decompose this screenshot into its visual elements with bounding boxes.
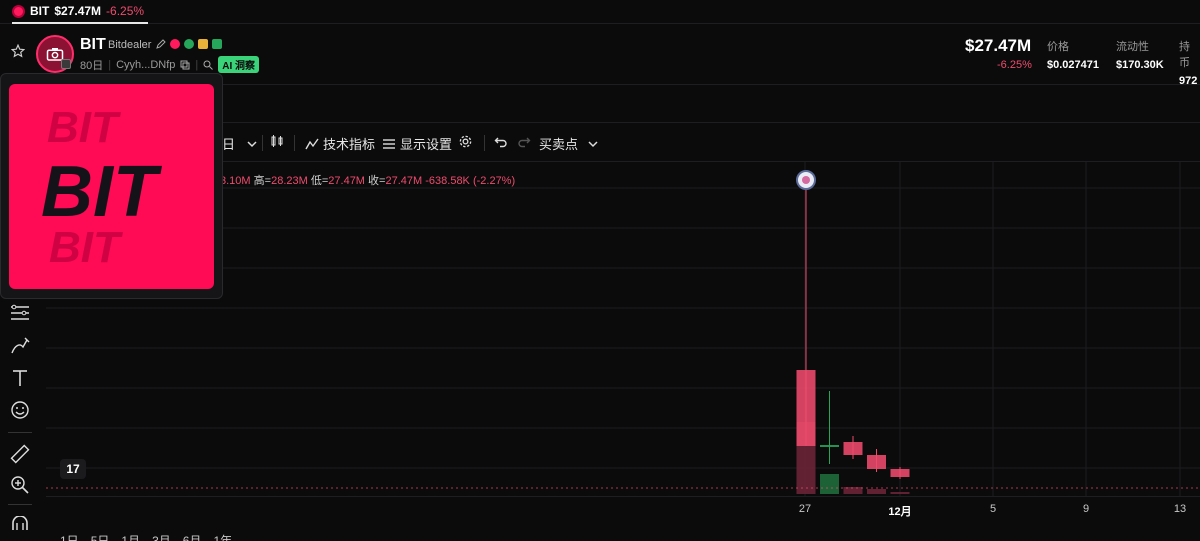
range-1y[interactable]: 1年 — [213, 532, 232, 541]
list-settings-icon — [383, 138, 395, 149]
candle-body — [890, 469, 910, 477]
logo-ghost-bottom: BIT — [49, 223, 123, 272]
x-tick: 9 — [1082, 503, 1090, 515]
candle-body — [820, 445, 839, 447]
chain-badge-icon — [61, 59, 71, 69]
header-icons — [156, 39, 222, 49]
main-price: $27.47M — [965, 36, 1032, 55]
edit-icon[interactable] — [156, 39, 166, 49]
magnet-icon[interactable] — [9, 516, 31, 530]
ruler-icon[interactable] — [9, 443, 31, 465]
x-tick: 27 — [798, 503, 812, 515]
display-settings-label: 显示设置 — [400, 137, 453, 152]
crown-icon[interactable] — [198, 39, 208, 49]
ai-insight-button[interactable]: AI 洞察 — [218, 56, 260, 73]
x-tick: 13 — [1173, 503, 1187, 515]
search-icon[interactable] — [203, 60, 214, 70]
chevron-down-icon — [588, 140, 598, 147]
candle-body — [867, 455, 886, 469]
stat-label: 价格 — [1047, 41, 1069, 53]
fib-lines-icon[interactable] — [9, 302, 31, 324]
stat-price: 价格 $0.027471 — [1047, 38, 1099, 71]
toolbar-divider — [294, 135, 295, 151]
range-1m[interactable]: 1月 — [121, 532, 140, 541]
interval-select[interactable]: 日 — [222, 134, 257, 153]
token-logo-icon — [12, 4, 25, 18]
token-age: 80日 — [80, 59, 104, 72]
candle-body — [796, 370, 816, 446]
stat-label: 流动性 — [1116, 41, 1149, 53]
chevron-down-icon — [247, 140, 257, 147]
stat-label: 持币 — [1179, 41, 1190, 69]
candle-type-button[interactable] — [270, 134, 284, 148]
stat-value: $170.30K — [1116, 59, 1164, 71]
indicators-label: 技术指标 — [323, 137, 376, 152]
trades-label: 买卖点 — [539, 137, 579, 152]
tab-strip: BIT $27.47M -6.25% — [0, 0, 1200, 24]
tab-bit[interactable]: BIT $27.47M -6.25% — [12, 0, 149, 24]
x-tick: 5 — [989, 503, 997, 515]
main-change: -6.25% — [997, 59, 1032, 71]
volume-bar — [890, 492, 910, 494]
toolbar-divider — [8, 432, 32, 433]
stat-liquidity: 流动性 $170.30K — [1116, 38, 1164, 71]
toolbar-divider — [262, 135, 263, 151]
indicators-button[interactable]: 技术指标 — [305, 134, 375, 153]
website-icon[interactable] — [184, 39, 194, 49]
app-root: BIT $27.47M -6.25% BIT Bitdealer 80日 | C… — [0, 0, 1200, 541]
token-symbol: BIT — [80, 36, 106, 53]
x-axis: 27 12月 5 9 13 — [46, 496, 1200, 520]
toolbar-divider — [8, 504, 32, 505]
settings-button[interactable] — [458, 134, 473, 149]
tab-price: $27.47M — [54, 4, 102, 18]
range-selector: 1日 5日 1月 3月 6月 1年 — [60, 532, 232, 541]
stat-holders: 持币 972 — [1179, 38, 1200, 87]
folder-icon[interactable] — [212, 39, 222, 49]
divider: | — [108, 58, 112, 71]
tab-symbol: BIT — [30, 4, 50, 18]
candles-icon — [271, 135, 283, 147]
social-icon[interactable] — [170, 39, 180, 49]
copy-icon[interactable] — [180, 60, 190, 70]
text-icon[interactable] — [9, 367, 31, 389]
zoom-in-icon[interactable] — [9, 474, 31, 496]
brush-icon[interactable] — [9, 335, 31, 357]
range-1d[interactable]: 1日 — [60, 532, 79, 541]
tab-change: -6.25% — [106, 4, 145, 18]
toolbar-divider — [484, 135, 485, 151]
bit-logo-icon: BIT BIT BIT — [41, 103, 163, 272]
display-settings-button[interactable]: 显示设置 — [382, 134, 452, 153]
gear-icon — [459, 135, 472, 148]
trade-marker-dot — [802, 176, 810, 184]
indicators-icon — [305, 138, 319, 149]
logo-text: BIT — [41, 152, 163, 232]
x-tick: 12月 — [888, 506, 912, 518]
star-icon[interactable] — [11, 44, 25, 58]
range-3m[interactable]: 3月 — [152, 532, 171, 541]
logo-ghost-top: BIT — [47, 103, 121, 152]
redo-button[interactable] — [517, 134, 531, 148]
volume-bar — [820, 474, 839, 494]
divider: | — [195, 58, 199, 71]
candle-body — [843, 442, 863, 455]
trades-toggle[interactable]: 买卖点 — [539, 134, 598, 153]
emoji-icon[interactable] — [9, 399, 31, 421]
token-sub-row: 80日 | Cyyh...DNfp | AI 洞察 — [80, 56, 260, 73]
tradingview-logo: 17 — [60, 459, 86, 479]
volume-bar — [867, 489, 886, 494]
contract-address: Cyyh...DNfp — [116, 58, 176, 71]
redo-icon — [518, 137, 531, 148]
token-name: Bitdealer — [108, 39, 152, 51]
range-6m[interactable]: 6月 — [183, 532, 202, 541]
interval-label: 日 — [222, 137, 236, 152]
token-logo-image: BIT BIT BIT — [9, 84, 214, 289]
stat-value: $0.027471 — [1047, 59, 1099, 71]
undo-icon — [494, 137, 507, 148]
undo-button[interactable] — [494, 134, 508, 148]
token-logo-popup: BIT BIT BIT — [0, 73, 223, 299]
range-5d[interactable]: 5日 — [91, 532, 110, 541]
